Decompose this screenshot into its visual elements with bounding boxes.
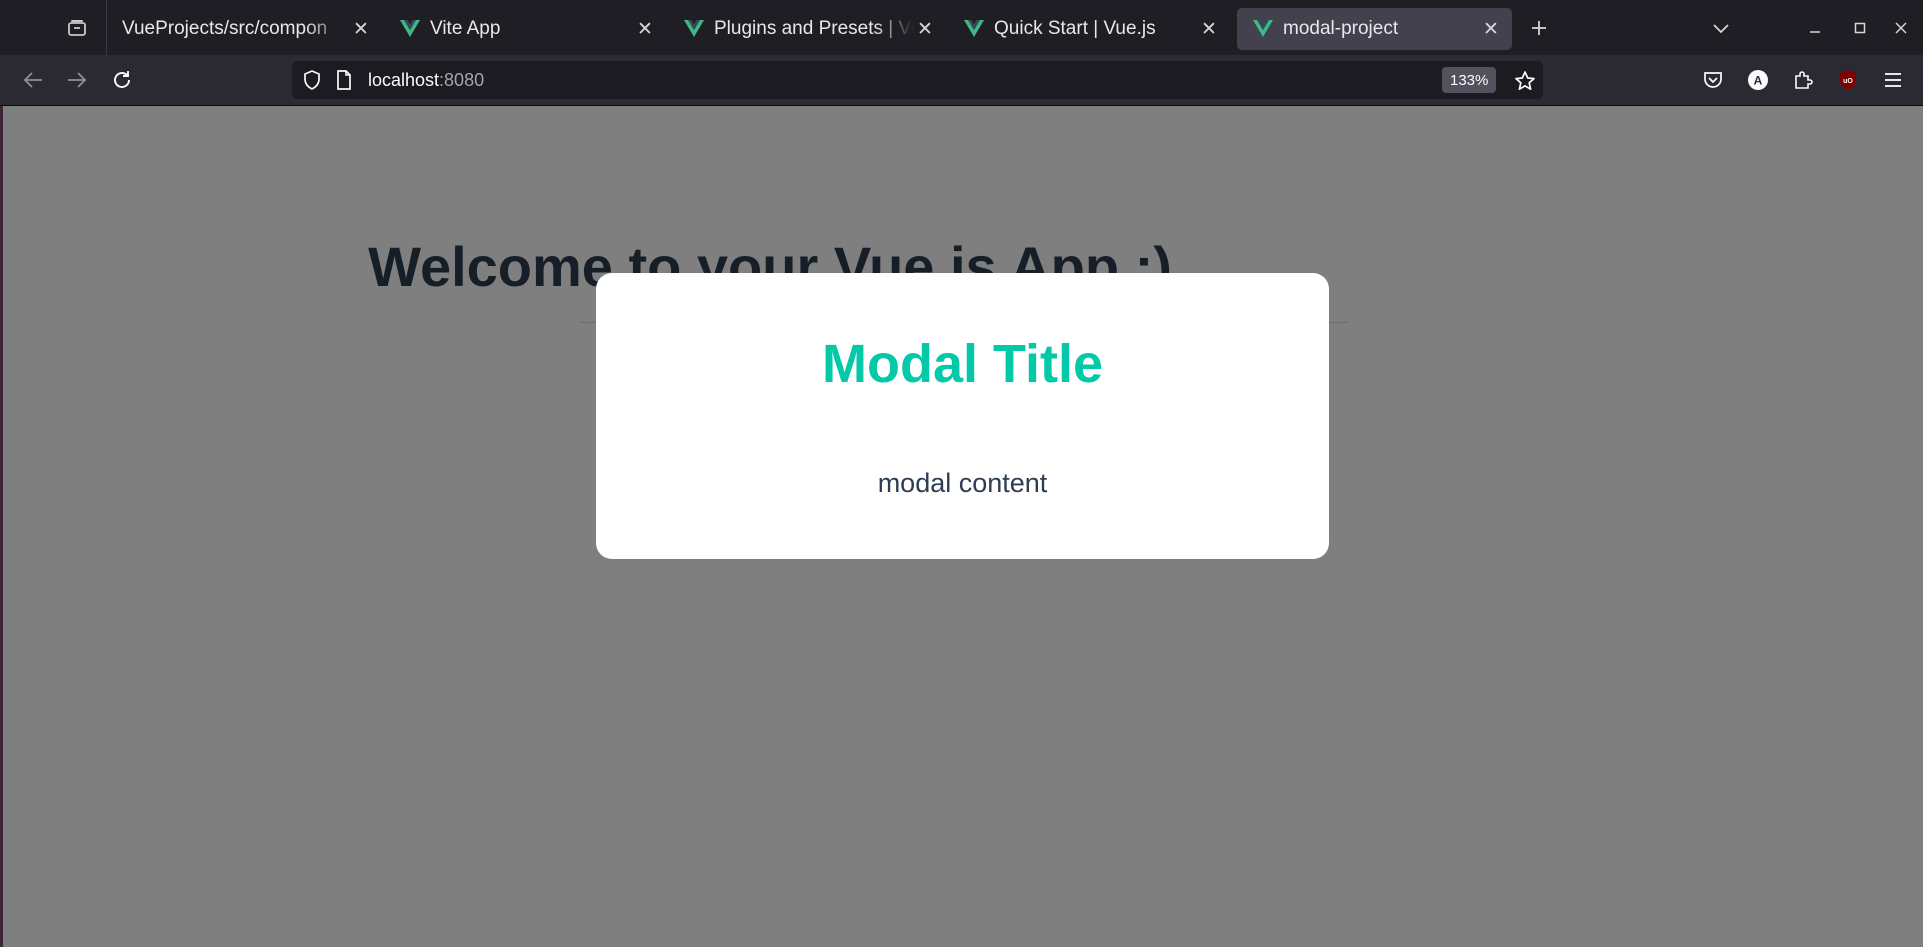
close-icon[interactable]: ✕ (634, 18, 656, 40)
modal-dialog[interactable]: Modal Title modal content (596, 273, 1329, 559)
back-arrow-icon[interactable] (16, 63, 50, 97)
page-viewport: Welcome to your Vue.js App :) Modal Titl… (3, 106, 1923, 947)
tab-vueprojects[interactable]: VueProjects/src/compon ✕ (106, 8, 382, 50)
forward-arrow-icon[interactable] (60, 63, 94, 97)
svg-text:uO: uO (1843, 78, 1853, 85)
tab-strip: VueProjects/src/compon ✕ Vite App ✕ Plug… (0, 0, 1923, 55)
tab-label: modal-project (1283, 18, 1399, 39)
reload-icon[interactable] (105, 63, 139, 97)
url-text[interactable]: localhost:8080 (368, 70, 484, 91)
maximize-button[interactable] (1845, 14, 1875, 42)
bookmark-star-icon[interactable] (1514, 70, 1536, 92)
tab-plugins-presets[interactable]: Plugins and Presets | Vue ✕ (668, 8, 940, 50)
page-info-icon[interactable] (334, 70, 354, 90)
ublock-origin-icon[interactable]: uO (1831, 63, 1865, 97)
tab-label: Quick Start | Vue.js (994, 18, 1156, 39)
navigation-toolbar: localhost:8080 133% A uO (0, 55, 1923, 106)
tab-quick-start[interactable]: Quick Start | Vue.js ✕ (948, 8, 1230, 50)
close-icon[interactable]: ✕ (350, 18, 372, 40)
tab-label: Vite App (430, 18, 501, 39)
modal-title: Modal Title (821, 334, 1104, 394)
close-window-button[interactable] (1886, 14, 1916, 42)
close-icon[interactable]: ✕ (1198, 18, 1220, 40)
zoom-level-button[interactable]: 133% (1442, 67, 1497, 93)
close-icon[interactable]: ✕ (914, 18, 936, 40)
list-all-tabs-button[interactable] (1706, 14, 1736, 42)
extensions-puzzle-icon[interactable] (1786, 63, 1820, 97)
close-icon[interactable]: ✕ (1480, 18, 1502, 40)
new-tab-button[interactable] (1524, 14, 1554, 42)
tab-label: VueProjects/src/compon (122, 18, 328, 39)
url-bar[interactable]: localhost:8080 133% (292, 61, 1543, 99)
vue-logo-icon (1253, 20, 1273, 37)
url-port: :8080 (439, 70, 485, 90)
vue-logo-icon (964, 20, 984, 37)
shield-icon[interactable] (302, 70, 322, 90)
vue-logo-icon (684, 20, 704, 37)
tab-vite-app[interactable]: Vite App ✕ (384, 8, 666, 50)
account-avatar-icon[interactable]: A (1741, 63, 1775, 97)
vue-logo-icon (400, 20, 420, 37)
svg-text:A: A (1754, 74, 1763, 88)
pocket-icon[interactable] (1696, 63, 1730, 97)
modal-content: modal content (877, 468, 1048, 498)
modal-backdrop[interactable]: Modal Title modal content (3, 106, 1923, 947)
firefox-view-icon[interactable] (62, 14, 92, 42)
url-host: localhost (368, 70, 440, 90)
tab-modal-project[interactable]: modal-project ✕ (1237, 8, 1512, 50)
menu-hamburger-icon[interactable] (1876, 63, 1910, 97)
minimize-button[interactable] (1800, 14, 1830, 42)
tab-label: Plugins and Presets | Vue (714, 18, 914, 39)
